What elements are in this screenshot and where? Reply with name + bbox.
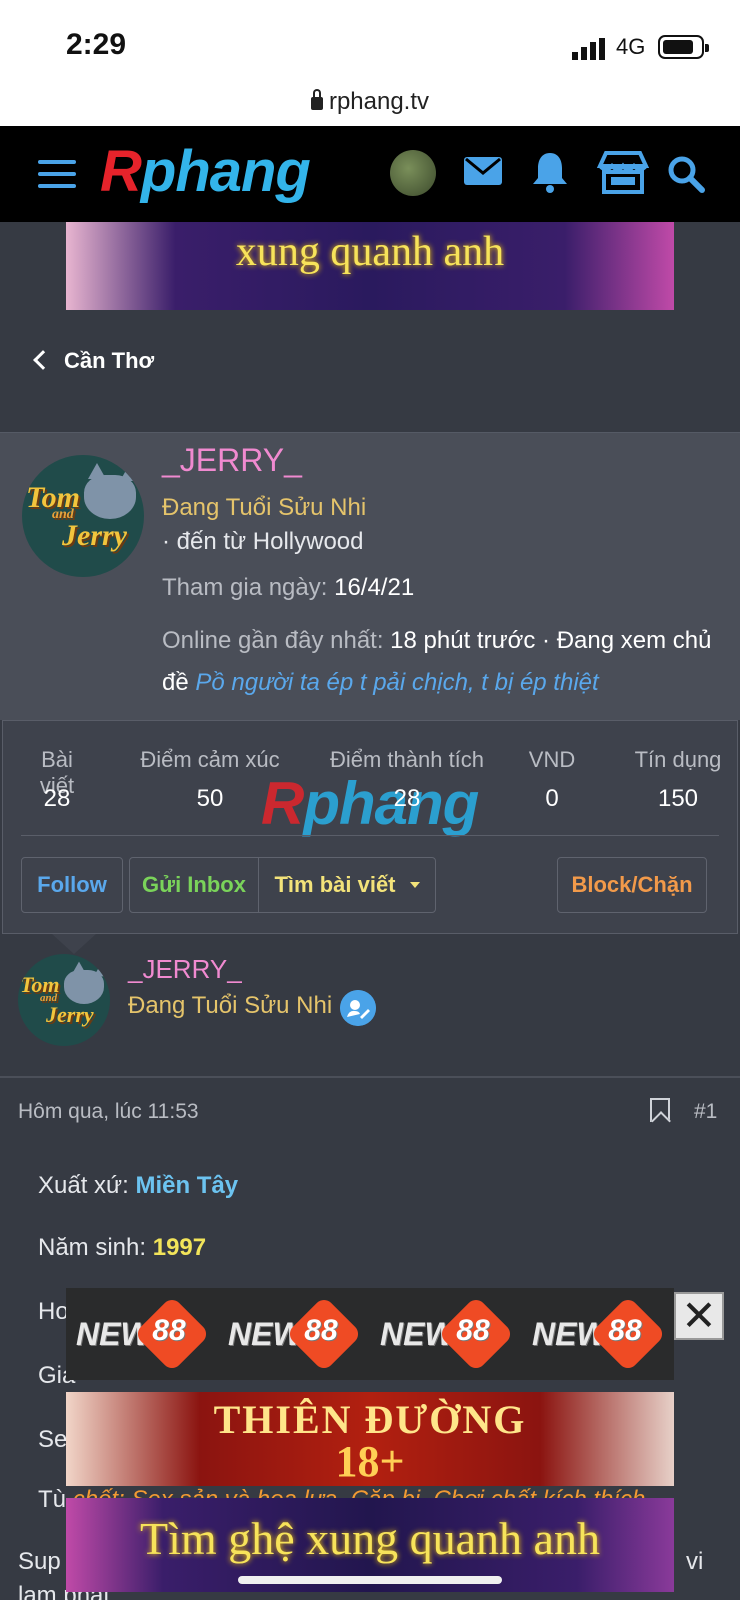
stat-label-credit: Tín dụng (634, 747, 722, 772)
back-link[interactable]: Cần Thơ (33, 348, 155, 374)
banner-ad-top[interactable]: xung quanh anh (66, 222, 674, 310)
close-ad-button[interactable]: ✕ (674, 1292, 724, 1340)
store-icon[interactable] (596, 150, 650, 196)
search-icon[interactable] (666, 154, 706, 194)
lock-icon (310, 89, 323, 110)
stat-value-vnd[interactable]: 0 (527, 785, 577, 813)
profile-user-title: Đang Tuổi Sửu Nhi (162, 494, 367, 521)
banner-ad-text: xung quanh anh (235, 229, 505, 275)
post-line-birth: Năm sinh: 1997 (38, 1234, 207, 1261)
post-number[interactable]: #1 (694, 1100, 717, 1124)
stats-divider (21, 835, 719, 836)
stat-value-reactions[interactable]: 50 (137, 785, 283, 813)
network-type: 4G (616, 34, 646, 59)
post-author-avatar[interactable]: Tom and Jerry (18, 954, 110, 1046)
post-line-5: Se (38, 1426, 68, 1453)
find-posts-button[interactable]: Tìm bài viết (258, 857, 436, 913)
user-avatar[interactable] (390, 150, 436, 196)
stat-label-vnd: VND (528, 747, 576, 772)
post-author-title: Đang Tuổi Sửu Nhi (128, 992, 333, 1019)
ad-thien-subtitle: 18+ (335, 1437, 405, 1486)
ad-thien-duong[interactable]: THIÊN ĐƯỜNG 18+ (66, 1392, 674, 1486)
send-inbox-button[interactable]: Gửi Inbox (129, 857, 259, 913)
chevron-left-icon (33, 350, 53, 370)
site-logo[interactable]: Rphang (100, 138, 311, 205)
stat-value-achievements[interactable]: 28 (327, 785, 487, 813)
post-separator (0, 1076, 740, 1078)
online-thread-link[interactable]: Pồ người ta ép t pải chịch, t bị ép thiệ… (195, 669, 598, 696)
ad-tim-text: Tìm ghệ xung quanh anh (140, 1513, 600, 1564)
follow-button[interactable]: Follow (21, 857, 123, 913)
stat-value-posts[interactable]: 28 (21, 785, 93, 813)
url-bar[interactable]: rphang.tv (0, 86, 740, 126)
card-pointer (52, 934, 96, 954)
post-line-3: Ho (38, 1298, 69, 1325)
block-button[interactable]: Block/Chặn (557, 857, 707, 913)
bookmark-icon[interactable] (650, 1098, 670, 1122)
stat-label-reactions: Điểm cảm xúc (140, 747, 280, 772)
profile-location: · đến từ Hollywood (162, 528, 364, 555)
battery-icon (658, 35, 709, 59)
top-nav: Rphang (0, 126, 740, 222)
join-value: 16/4/21 (334, 574, 415, 601)
new88-logo: NEW 88 (532, 1295, 666, 1373)
find-posts-label: Tìm bài viết (274, 872, 396, 897)
post-line-origin: Xuất xứ: Miền Tây (38, 1172, 239, 1199)
post-author-name[interactable]: _JERRY_ (128, 954, 242, 985)
status-bar: 2:29 4G (0, 0, 740, 90)
pen-badge-icon (340, 990, 376, 1026)
new88-logo: NEW 88 (380, 1295, 514, 1373)
profile-join-date: Tham gia ngày: 16/4/21 (162, 574, 414, 602)
breadcrumb-label: Cần Thơ (64, 348, 155, 373)
stat-label-achievements: Điểm thành tích (329, 747, 485, 772)
profile-avatar[interactable]: Tom and Jerry (22, 455, 144, 577)
chevron-down-icon (409, 882, 420, 888)
mail-icon[interactable] (462, 150, 504, 192)
join-label: Tham gia ngày: (162, 574, 328, 601)
bell-icon[interactable] (530, 150, 570, 194)
new88-logo: NEW 88 (228, 1295, 362, 1373)
home-indicator[interactable] (238, 1576, 502, 1584)
status-time: 2:29 (66, 28, 127, 61)
profile-stats-card: Rphang Bài viết 28 Điểm cảm xúc 50 Điểm … (2, 720, 738, 934)
post-date[interactable]: Hôm qua, lúc 11:53 (18, 1100, 199, 1124)
ad-new88[interactable]: NEW 88 NEW 88 NEW 88 NEW 88 (66, 1288, 674, 1380)
online-label: Online gần đây nhất: (162, 627, 384, 654)
profile-username[interactable]: _JERRY_ (162, 442, 302, 479)
post-line-7-tail: vi (686, 1548, 704, 1575)
new88-logo: NEW 88 (76, 1295, 210, 1373)
stat-value-credit[interactable]: 150 (631, 785, 725, 813)
url-text: rphang.tv (328, 88, 430, 115)
signal-icon (572, 38, 605, 60)
menu-icon[interactable] (38, 160, 76, 188)
post-line-7: Sup (18, 1548, 61, 1575)
profile-last-online: Online gần đây nhất: 18 phút trước · Đan… (162, 620, 722, 704)
